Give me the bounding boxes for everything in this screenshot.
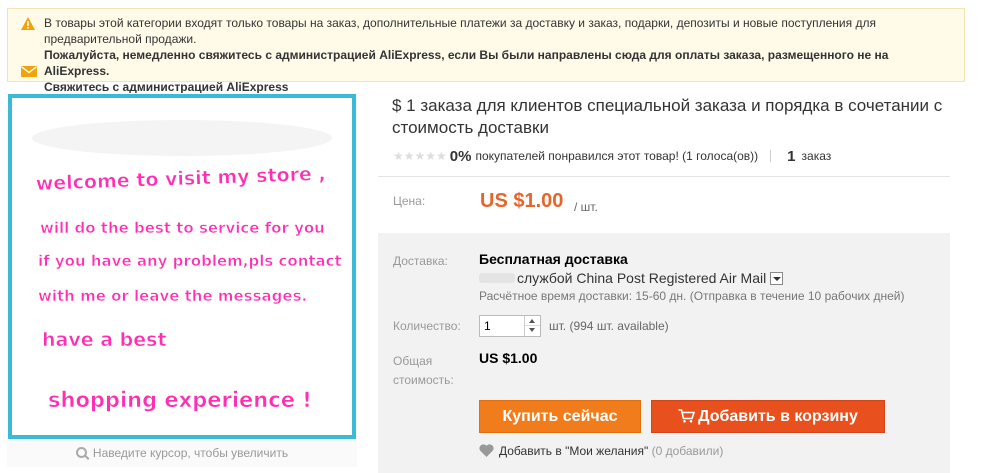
divider-line <box>378 176 950 177</box>
shipping-carrier-text: службой China Post Registered Air Mail <box>517 270 767 286</box>
quantity-available: шт. (994 шт. available) <box>549 319 669 333</box>
product-image-graphic: welcome to visit my store , will do the … <box>12 98 352 435</box>
shipping-dropdown-button[interactable] <box>770 272 784 285</box>
rating-row: ★★★★★ 0% покупателей понравился этот тов… <box>393 147 831 165</box>
price-unit: / шт. <box>574 200 598 214</box>
quantity-input[interactable] <box>480 316 520 336</box>
magnifier-icon <box>75 447 87 458</box>
buy-now-button[interactable]: Купить сейчас <box>479 400 641 433</box>
orders-label: заказ <box>801 149 832 163</box>
total-label-line-1: Общая <box>393 354 433 368</box>
mail-icon <box>21 66 37 77</box>
notice-warning-text: Пожалуйста, немедленно свяжитесь с админ… <box>44 48 889 78</box>
wishlist-link[interactable]: Добавить в "Мои желания" (0 добавили) <box>479 444 723 458</box>
warning-icon <box>21 17 35 30</box>
shipping-time: Расчётное время доставки: 15-60 дн. (Отп… <box>479 289 905 303</box>
quantity-stepper <box>479 315 541 337</box>
wishlist-label: Добавить в "Мои желания" <box>499 444 649 458</box>
product-gallery: welcome to visit my store , will do the … <box>7 93 357 467</box>
rating-percent: 0% <box>449 147 472 165</box>
quantity-decrease-button[interactable] <box>525 326 540 336</box>
purchase-panel <box>378 233 950 473</box>
price-value: US $1.00 <box>480 190 564 212</box>
image-line-6: shopping experience ! <box>48 388 312 412</box>
shipping-label: Доставка: <box>393 254 448 268</box>
blurred-text <box>479 273 515 283</box>
wishlist-count: (0 добавили) <box>651 444 724 458</box>
total-price: US $1.00 <box>479 350 538 366</box>
add-to-cart-label: Добавить в корзину <box>698 408 858 425</box>
shipping-free: Бесплатная доставка <box>479 251 628 267</box>
rating-stars-icon: ★★★★★ <box>393 149 447 163</box>
zoom-hint-text: Наведите курсор, чтобы увеличить <box>92 446 289 460</box>
image-line-2: will do the best to service for you <box>40 219 325 237</box>
total-label: Общая стоимость: <box>393 352 454 390</box>
image-line-4: with me or leave the messages. <box>38 287 307 305</box>
zoom-hint: Наведите курсор, чтобы увеличить <box>7 443 357 463</box>
orders-count: 1 <box>787 147 796 165</box>
notice-banner: В товары этой категории входят только то… <box>7 8 965 94</box>
shipping-carrier: службой China Post Registered Air Mail <box>479 270 784 286</box>
divider <box>770 150 772 162</box>
total-label-line-2: стоимость: <box>393 373 454 387</box>
product-main-image[interactable]: welcome to visit my store , will do the … <box>8 94 356 439</box>
rating-text[interactable]: покупателей понравился этот товар! (1 го… <box>475 149 758 163</box>
add-to-cart-button[interactable]: Добавить в корзину <box>651 400 885 433</box>
price-label: Цена: <box>393 194 426 208</box>
cart-icon <box>678 409 696 423</box>
quantity-step-buttons <box>524 316 540 336</box>
notice-line-2: предварительной продажи. <box>44 32 197 46</box>
quantity-increase-button[interactable] <box>525 316 540 326</box>
image-line-5: have a best <box>42 329 167 351</box>
quantity-label: Количество: <box>393 319 461 333</box>
image-line-3: if you have any problem,pls contact <box>38 252 342 270</box>
product-title: $ 1 заказа для клиентов специальной зака… <box>392 96 943 137</box>
heart-icon <box>479 444 494 457</box>
notice-line-1: В товары этой категории входят только то… <box>44 16 876 30</box>
